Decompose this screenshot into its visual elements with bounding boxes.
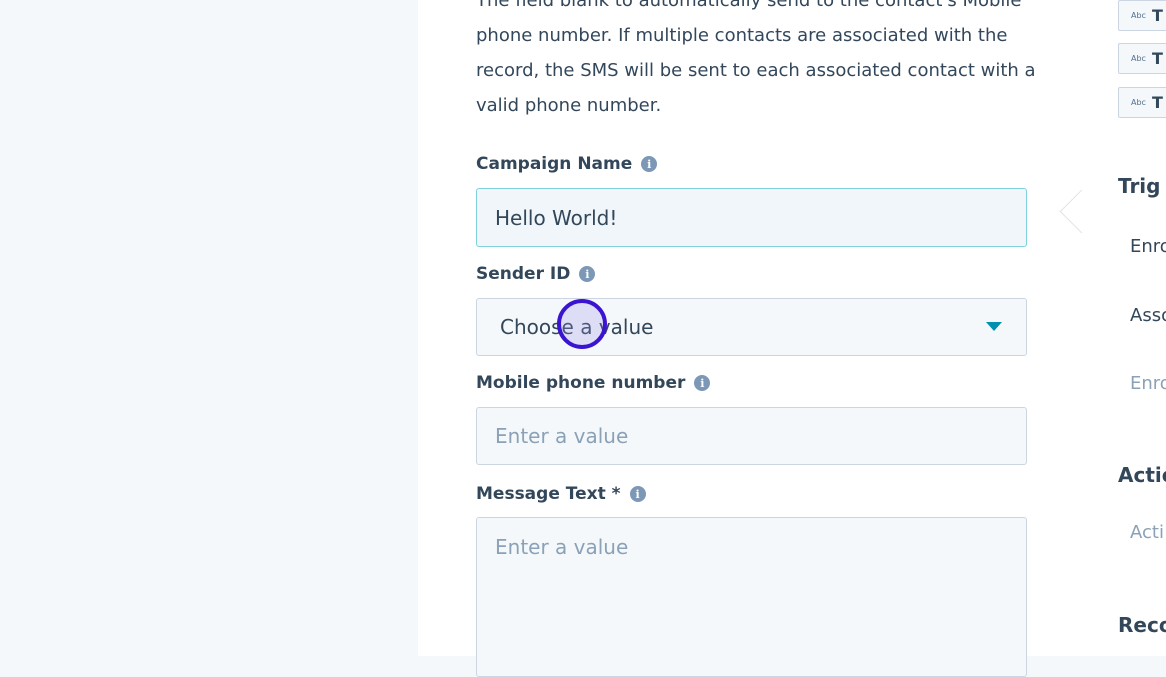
trigger-item[interactable]: Enro xyxy=(1130,373,1166,394)
sender-id-label-text: Sender ID xyxy=(476,264,571,284)
info-icon[interactable]: i xyxy=(694,375,711,391)
caret-down-icon xyxy=(986,322,1002,331)
mobile-phone-placeholder: Enter a value xyxy=(495,424,629,448)
mobile-phone-label: Mobile phone number i xyxy=(476,373,711,393)
campaign-name-input[interactable]: Hello World! xyxy=(476,188,1027,247)
text-type-badge: Abc xyxy=(1131,54,1146,63)
token-label: T xyxy=(1151,6,1163,25)
left-gutter xyxy=(0,0,418,656)
property-token[interactable]: Abc T xyxy=(1118,87,1166,118)
action-item[interactable]: Acti xyxy=(1130,522,1164,543)
campaign-name-label-text: Campaign Name xyxy=(476,154,633,174)
property-token[interactable]: Abc T xyxy=(1118,0,1166,31)
mobile-phone-input[interactable]: Enter a value xyxy=(476,407,1027,465)
text-type-badge: Abc xyxy=(1131,11,1146,20)
workflow-sidebar: Abc T Abc T Abc T Trig Enro Asso Enro Ac… xyxy=(1090,0,1166,656)
message-text-textarea[interactable]: Enter a value xyxy=(476,517,1027,677)
sms-action-form-panel: The field blank to automatically send to… xyxy=(418,0,1091,677)
token-label: T xyxy=(1151,93,1163,112)
section-heading-trigger: Trig xyxy=(1118,174,1161,198)
field-description: The field blank to automatically send to… xyxy=(476,0,1036,116)
info-icon[interactable]: i xyxy=(641,156,658,172)
message-text-placeholder: Enter a value xyxy=(495,535,629,559)
sender-id-label: Sender ID i xyxy=(476,264,596,284)
trigger-item[interactable]: Asso xyxy=(1130,305,1166,326)
mobile-phone-label-text: Mobile phone number xyxy=(476,373,686,393)
campaign-name-value: Hello World! xyxy=(495,205,618,230)
section-heading-records: Reco xyxy=(1118,613,1166,637)
trigger-item[interactable]: Enro xyxy=(1130,236,1166,257)
message-text-label-text: Message Text * xyxy=(476,484,621,504)
info-icon[interactable]: i xyxy=(579,266,596,282)
token-label: T xyxy=(1151,49,1163,68)
message-text-label: Message Text * i xyxy=(476,484,646,504)
text-type-badge: Abc xyxy=(1131,98,1146,107)
section-heading-actions: Actio xyxy=(1118,463,1166,487)
campaign-name-label: Campaign Name i xyxy=(476,154,658,174)
property-token[interactable]: Abc T xyxy=(1118,43,1166,74)
info-icon[interactable]: i xyxy=(629,486,646,502)
click-indicator xyxy=(557,299,607,349)
